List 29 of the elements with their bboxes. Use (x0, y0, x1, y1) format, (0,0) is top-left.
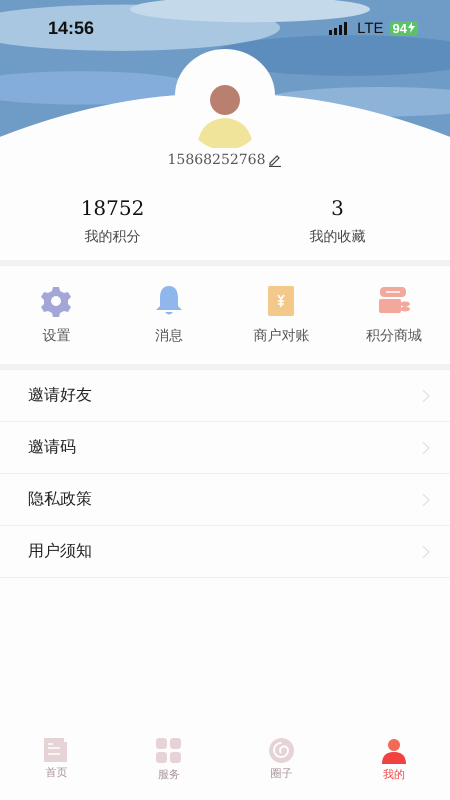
grid-icon (156, 738, 182, 764)
menu-item[interactable]: 用户须知 (0, 526, 450, 578)
newspaper-icon (44, 738, 68, 762)
phone-number: 15868252768 (168, 152, 266, 168)
stat-value: 18752 (80, 196, 144, 220)
person-icon (380, 738, 407, 764)
shortcut-label[interactable]: 设置 (42, 327, 70, 345)
menu-item[interactable]: 隐私政策 (0, 474, 450, 526)
chevron-icon (422, 544, 430, 558)
pencil-icon[interactable] (268, 153, 282, 167)
battery-indicator: 94 (390, 21, 418, 36)
tab[interactable]: 我的 (338, 738, 450, 794)
shortcut-label[interactable]: 消息 (154, 327, 183, 345)
chevron-icon (422, 440, 430, 454)
gear-icon[interactable] (40, 285, 72, 317)
menu-item[interactable]: 邀请码 (0, 422, 450, 474)
stat-label: 我的收藏 (310, 228, 366, 246)
chevron-icon (422, 492, 430, 506)
stat-label: 我的积分 (84, 228, 140, 246)
shortcut-label[interactable]: 积分商城 (366, 327, 422, 345)
ledger-icon[interactable] (268, 285, 294, 317)
network-label: LTE (357, 20, 384, 37)
chevron-icon (422, 388, 430, 402)
shortcut-label[interactable]: 商户对账 (253, 327, 310, 345)
swirl-icon (268, 738, 294, 763)
stat-value: 3 (331, 196, 344, 220)
status-time: 14:56 (48, 18, 94, 39)
bell-icon[interactable] (154, 285, 183, 317)
menu-item[interactable]: 邀请好友 (0, 370, 450, 422)
